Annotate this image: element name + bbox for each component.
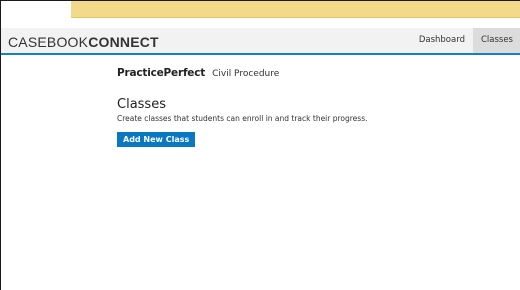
product-header: PracticePerfect Civil Procedure [117, 67, 520, 79]
brand-logo-bold: CONNECT [88, 34, 159, 50]
nav-link-classes[interactable]: Classes [472, 28, 520, 53]
nav-links: Dashboard Classes [411, 28, 520, 53]
product-name: PracticePerfect [117, 67, 206, 79]
main-content: PracticePerfect Civil Procedure Classes … [117, 67, 520, 147]
page-title: Classes [117, 97, 166, 112]
nav-link-dashboard[interactable]: Dashboard [411, 28, 473, 53]
top-banner [71, 1, 520, 18]
course-subject: Civil Procedure [212, 69, 280, 79]
app-window: CASEBOOKCONNECT Dashboard Classes Practi… [0, 0, 520, 290]
brand-logo-light: CASEBOOK [8, 34, 89, 50]
brand-logo[interactable]: CASEBOOKCONNECT [8, 34, 159, 50]
page-description: Create classes that students can enroll … [117, 114, 368, 123]
top-navbar: CASEBOOKCONNECT Dashboard Classes [1, 28, 520, 55]
add-new-class-button[interactable]: Add New Class [117, 132, 196, 147]
